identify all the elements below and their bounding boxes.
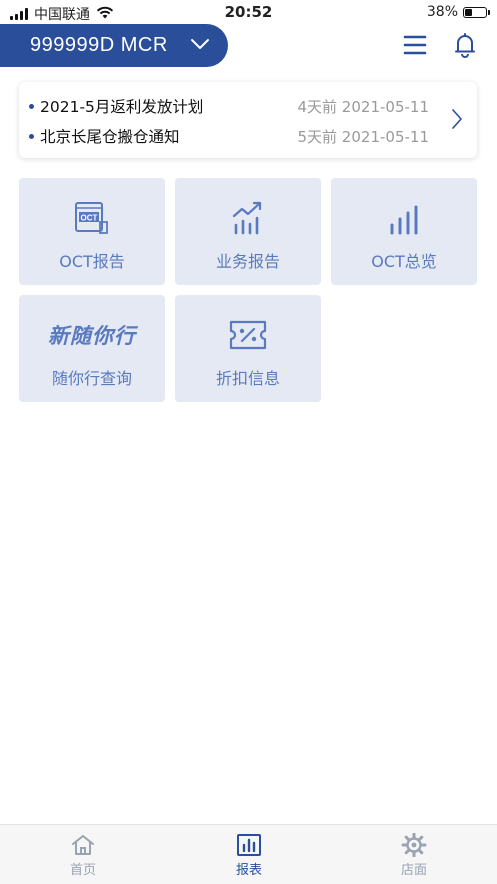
tile-travel-query[interactable]: 新随你行 随你行查询 bbox=[19, 295, 165, 402]
brand-logo: 新随你行 bbox=[48, 317, 136, 353]
chevron-right-icon[interactable] bbox=[451, 108, 463, 134]
notice-date: 4天前 2021-05-11 bbox=[297, 97, 430, 116]
chevron-down-icon bbox=[190, 36, 210, 55]
battery-percent: 38% bbox=[426, 4, 458, 20]
tile-discount-info[interactable]: 折扣信息 bbox=[175, 295, 321, 402]
battery-fill bbox=[465, 8, 473, 16]
notice-date: 5天前 2021-05-11 bbox=[297, 127, 430, 146]
tile-label: 折扣信息 bbox=[215, 369, 280, 388]
tab-label: 首页 bbox=[69, 863, 96, 878]
notice-title: 2021-5月返利发放计划 bbox=[40, 98, 204, 116]
tile-oct-overview[interactable]: OCT总览 bbox=[331, 178, 477, 285]
tile-label: OCT报告 bbox=[59, 252, 125, 271]
notice-title: 北京长尾仓搬仓通知 bbox=[40, 128, 180, 146]
bell-icon[interactable] bbox=[450, 30, 480, 60]
status-right: 38% bbox=[426, 4, 490, 20]
notice-card[interactable]: 2021-5月返利发放计划 4天前 2021-05-11 北京长尾仓搬仓通知 5… bbox=[19, 82, 477, 158]
battery-icon bbox=[463, 6, 490, 18]
trend-chart-icon bbox=[230, 200, 266, 236]
account-name: 999999D MCR bbox=[30, 34, 168, 56]
tab-label: 报表 bbox=[235, 863, 262, 878]
tab-store[interactable]: 店面 bbox=[331, 825, 497, 884]
clock: 20:52 bbox=[224, 3, 273, 21]
brand-logo-text: 新随你行 bbox=[48, 324, 136, 348]
bullet-icon bbox=[29, 133, 34, 139]
report-icon bbox=[236, 833, 262, 857]
oct-report-icon: OCT bbox=[73, 200, 111, 236]
tab-report[interactable]: 报表 bbox=[166, 825, 332, 884]
discount-ticket-icon bbox=[228, 317, 268, 353]
svg-text:OCT: OCT bbox=[81, 214, 98, 223]
bullet-icon bbox=[29, 103, 34, 109]
tile-label: OCT总览 bbox=[371, 252, 437, 271]
notice-item[interactable]: 2021-5月返利发放计划 4天前 2021-05-11 bbox=[29, 95, 429, 117]
tile-oct-report[interactable]: OCT OCT报告 bbox=[19, 178, 165, 285]
tile-business-report[interactable]: 业务报告 bbox=[175, 178, 321, 285]
account-switcher[interactable]: 999999D MCR bbox=[0, 24, 228, 67]
tab-bar: 首页 报表 店面 bbox=[0, 824, 497, 884]
home-icon bbox=[70, 833, 96, 857]
tile-label: 业务报告 bbox=[215, 252, 280, 271]
tab-label: 店面 bbox=[400, 863, 427, 878]
tile-label: 随你行查询 bbox=[51, 369, 132, 388]
notice-item[interactable]: 北京长尾仓搬仓通知 5天前 2021-05-11 bbox=[29, 125, 429, 147]
status-bar: 中国联通 20:52 38% bbox=[0, 0, 497, 24]
gear-icon bbox=[401, 832, 427, 858]
tab-home[interactable]: 首页 bbox=[0, 825, 166, 884]
menu-icon[interactable] bbox=[400, 30, 430, 60]
bar-chart-icon bbox=[386, 200, 422, 236]
